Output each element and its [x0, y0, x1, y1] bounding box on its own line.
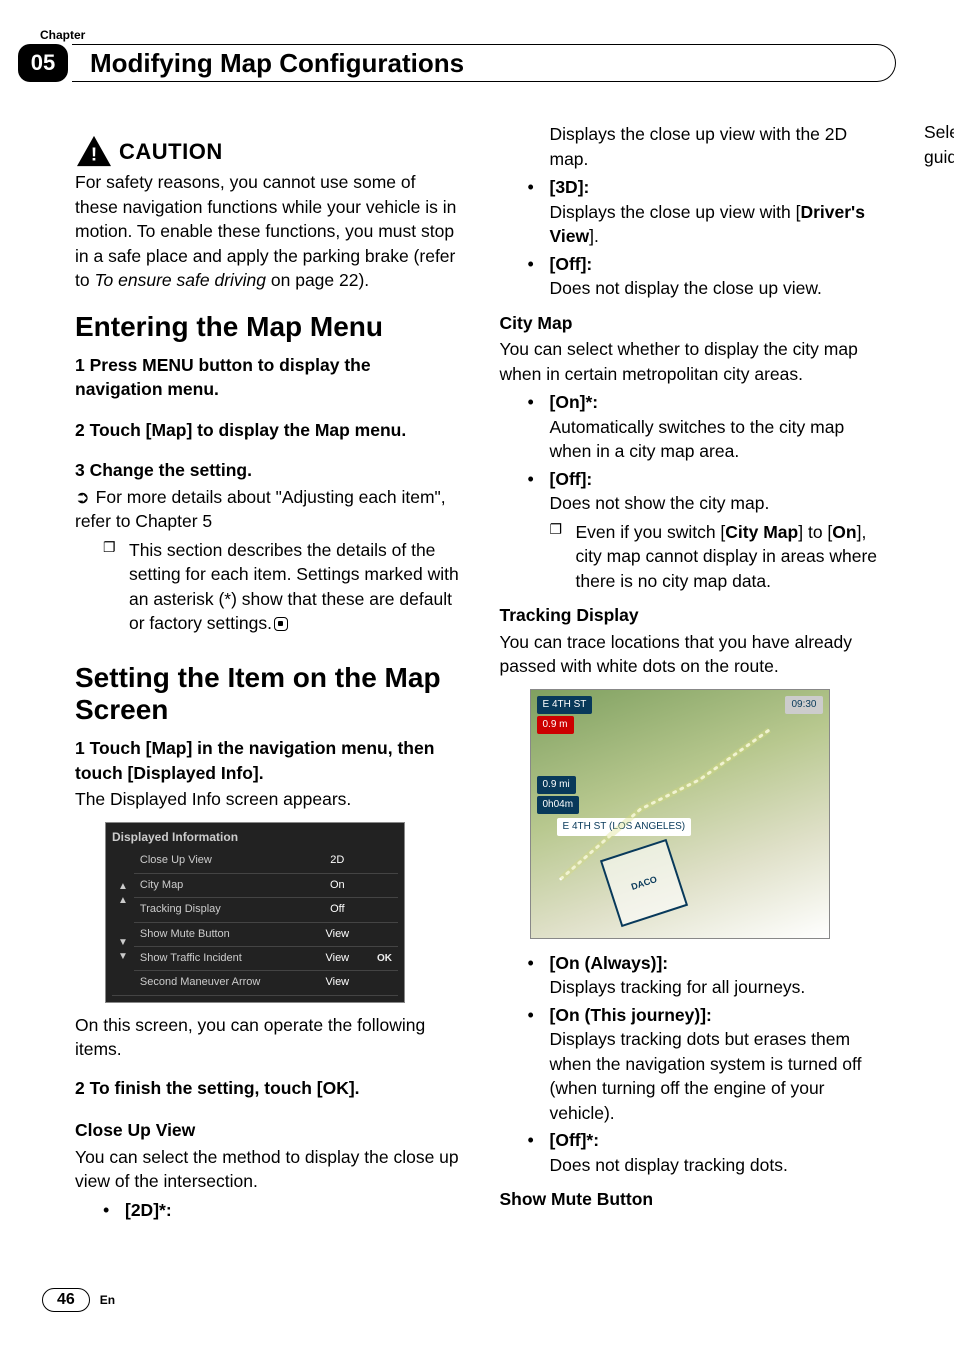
fig-row-4-ok: OK: [361, 946, 398, 970]
content-columns: ! CAUTION For safety reasons, you cannot…: [75, 120, 884, 1262]
closeup-opt-3d: [3D]: Displays the close up view with [D…: [528, 175, 885, 249]
fig-row-5-val: View: [313, 971, 361, 995]
crossref: For more details about "Adjusting each i…: [75, 485, 460, 534]
tracking-opt-journey-label: [On (This journey)]:: [550, 1005, 712, 1025]
fig-row-4-label: Show Traffic Incident: [134, 946, 313, 970]
fig-row-2-val: Off: [313, 898, 361, 922]
tracking-opt-always-desc: Displays tracking for all journeys.: [550, 977, 806, 997]
fig-row-4-val: View: [313, 946, 361, 970]
tracking-opt-journey-desc: Displays tracking dots but erases them w…: [550, 1029, 862, 1123]
step-2-2: 2 To finish the setting, touch [OK].: [75, 1076, 460, 1101]
screenshot-displayed-info: Displayed Information ▲▲▼▼ Close Up View…: [105, 822, 405, 1003]
svg-text:!: !: [91, 144, 97, 165]
citymap-opt-on-label: [On]*:: [550, 392, 599, 412]
section-heading-entering: Entering the Map Menu: [75, 311, 460, 343]
map-label-clock: 09:30: [785, 696, 822, 714]
citymap-note-bold2: On: [832, 522, 856, 542]
tracking-opt-off: [Off]*: Does not display tracking dots.: [528, 1128, 885, 1177]
fig-row-0-val: 2D: [313, 849, 361, 873]
closeup-title: Close Up View: [75, 1118, 460, 1143]
citymap-title: City Map: [500, 311, 885, 336]
mute-intro: Selects whether to display or hide the v…: [924, 120, 954, 169]
fig-row-0-label: Close Up View: [134, 849, 313, 873]
tracking-opt-off-desc: Does not display tracking dots.: [550, 1155, 788, 1175]
citymap-note-bold1: City Map: [725, 522, 798, 542]
closeup-opt-2d-desc: Displays the close up view with the 2D m…: [550, 122, 885, 171]
citymap-opt-on: [On]*: Automatically switches to the cit…: [528, 390, 885, 464]
chapter-title: Modifying Map Configurations: [90, 48, 464, 79]
citymap-note: Even if you switch [City Map] to [On], c…: [550, 520, 885, 594]
fig-row-3-label: Show Mute Button: [134, 922, 313, 946]
caution-row: ! CAUTION: [75, 134, 460, 168]
step-1-3: 3 Change the setting.: [75, 458, 460, 483]
fig-table: ▲▲▼▼ Close Up View2D City MapOn Tracking…: [112, 849, 398, 995]
citymap-note-a: Even if you switch [: [576, 522, 726, 542]
chapter-label: Chapter: [40, 28, 85, 42]
fig-row-2-label: Tracking Display: [134, 898, 313, 922]
closeup-opt-2d: [2D]*:: [103, 1198, 460, 1223]
closeup-opt-3d-desc-b: ].: [589, 226, 599, 246]
step-1-1: 1 Press MENU button to display the navig…: [75, 353, 460, 402]
closeup-opt-2d-label: [2D]*:: [125, 1200, 172, 1220]
closeup-opt-off: [Off]: Does not display the close up vie…: [528, 252, 885, 301]
after-fig-text: On this screen, you can operate the foll…: [75, 1013, 460, 1062]
map-label-street: E 4TH ST: [537, 696, 593, 714]
tracking-intro: You can trace locations that you have al…: [500, 630, 885, 679]
note-1-1-text: This section describes the details of th…: [129, 540, 459, 634]
fig-row-3-val: View: [313, 922, 361, 946]
closeup-opt-3d-desc-a: Displays the close up view with [: [550, 202, 801, 222]
tracking-title: Tracking Display: [500, 603, 885, 628]
end-mark-icon: [274, 617, 288, 631]
tracking-opt-always-label: [On (Always)]:: [550, 953, 669, 973]
caution-label: CAUTION: [119, 137, 223, 168]
step-2-1: 1 Touch [Map] in the navigation menu, th…: [75, 736, 460, 785]
citymap-options: [On]*: Automatically switches to the cit…: [528, 390, 885, 593]
page-number: 46: [42, 1288, 90, 1312]
caution-body-italic: To ensure safe driving: [94, 270, 266, 290]
citymap-opt-off: [Off]: Does not show the city map. Even …: [528, 467, 885, 594]
fig-row-1-label: City Map: [134, 873, 313, 897]
tracking-opt-always: [On (Always)]: Displays tracking for all…: [528, 951, 885, 1000]
page-lang: En: [100, 1293, 115, 1307]
citymap-opt-off-desc: Does not show the city map.: [550, 493, 770, 513]
citymap-opt-on-desc: Automatically switches to the city map w…: [550, 417, 845, 462]
citymap-note-mid: ] to [: [798, 522, 832, 542]
closeup-opt-3d-label: [3D]:: [550, 177, 590, 197]
chapter-title-bubble: Modifying Map Configurations: [72, 44, 896, 82]
caution-body: For safety reasons, you cannot use some …: [75, 170, 460, 293]
page: Chapter 05 Modifying Map Configurations …: [0, 0, 954, 1352]
closeup-opt-off-desc: Does not display the close up view.: [550, 278, 822, 298]
closeup-intro: You can select the method to display the…: [75, 1145, 460, 1194]
map-route-trace: [551, 720, 809, 889]
citymap-intro: You can select whether to display the ci…: [500, 337, 885, 386]
mute-title: Show Mute Button: [500, 1187, 885, 1212]
caution-body-b: on page 22).: [266, 270, 369, 290]
tracking-opt-journey: [On (This journey)]: Displays tracking d…: [528, 1003, 885, 1126]
tracking-opt-off-label: [Off]*:: [550, 1130, 600, 1150]
note-1-1: This section describes the details of th…: [103, 538, 460, 636]
chapter-number-pill: 05: [18, 44, 68, 82]
fig-title: Displayed Information: [112, 829, 398, 846]
page-footer: 46 En: [42, 1288, 115, 1312]
closeup-options-cont: [3D]: Displays the close up view with [ D…: [528, 175, 885, 301]
fig-row-5-label: Second Maneuver Arrow: [134, 971, 313, 995]
closeup-options: [2D]*:: [103, 1198, 460, 1223]
citymap-opt-off-label: [Off]:: [550, 469, 593, 489]
step-1-2: 2 Touch [Map] to display the Map menu.: [75, 418, 460, 443]
section-heading-setting: Setting the Item on the Map Screen: [75, 662, 460, 726]
warning-triangle-icon: !: [75, 134, 113, 168]
step-2-1-after: The Displayed Info screen appears.: [75, 787, 460, 812]
screenshot-tracking-map: E 4TH ST 0.9 m 0.9 mi 0h04m E 4TH ST (LO…: [530, 689, 830, 939]
fig-row-1-val: On: [313, 873, 361, 897]
tracking-options: [On (Always)]: Displays tracking for all…: [528, 951, 885, 1178]
closeup-opt-off-label: [Off]:: [550, 254, 593, 274]
note-list-1: This section describes the details of th…: [103, 538, 460, 636]
